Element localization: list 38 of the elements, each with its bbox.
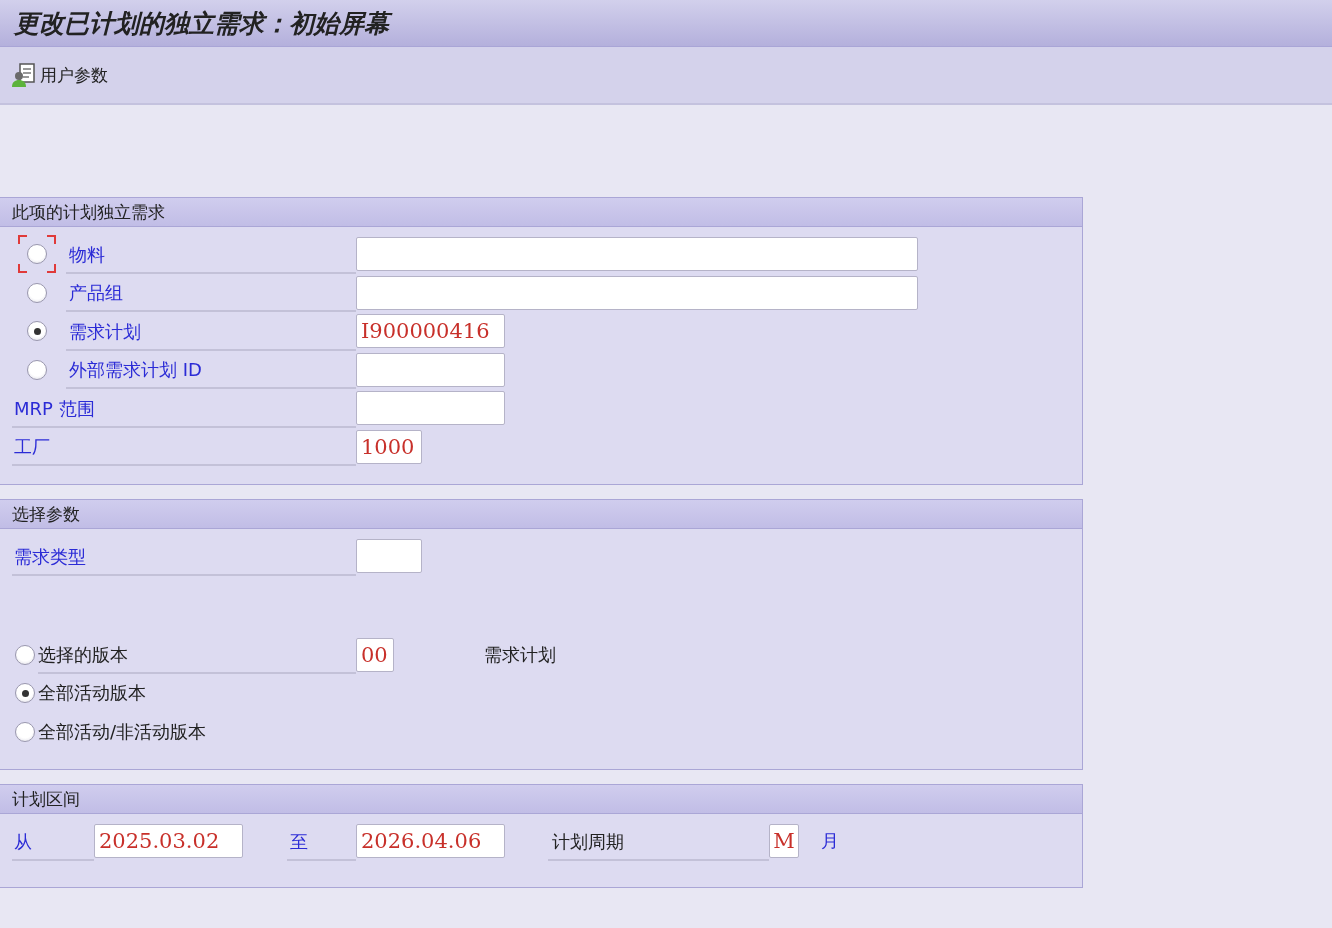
radio-label: 全部活动/非活动版本: [38, 719, 207, 744]
field-label: 至: [289, 829, 308, 854]
input-field[interactable]: I900000416: [356, 314, 505, 349]
input-field[interactable]: 00: [356, 637, 394, 672]
radio-button[interactable]: [27, 359, 47, 380]
radio-button[interactable]: [15, 644, 35, 665]
field-label: 物料: [68, 242, 105, 267]
input-field[interactable]: [356, 391, 505, 426]
field-label: 工厂: [13, 435, 50, 459]
radio-button[interactable]: [15, 683, 35, 704]
field-label: 外部需求计划 ID: [68, 358, 202, 382]
input-field[interactable]: 1000: [356, 429, 422, 464]
field-label: 产品组: [68, 281, 123, 305]
group-title: 选择参数: [0, 500, 1082, 529]
radio-label: 选择的版本: [38, 643, 128, 667]
version-description: 需求计划: [484, 642, 556, 667]
radio-button[interactable]: [27, 244, 47, 265]
field-label: 需求类型: [13, 544, 86, 569]
radio-button[interactable]: [15, 721, 35, 742]
toolbar-button[interactable]: 用户参数: [10, 60, 110, 90]
field-label: 计划周期: [551, 829, 624, 854]
radio-button[interactable]: [27, 282, 47, 303]
input-field[interactable]: [356, 539, 422, 574]
input-field[interactable]: M: [769, 824, 799, 859]
date-field[interactable]: 2025.03.02: [94, 824, 243, 859]
group-title: 此项的计划独立需求: [0, 198, 1082, 227]
radio-button[interactable]: [27, 321, 47, 342]
user-settings-icon: [12, 62, 36, 88]
field-label: MRP 范围: [13, 396, 95, 421]
input-field[interactable]: [356, 352, 505, 387]
input-field[interactable]: [356, 275, 918, 310]
group-title: 计划区间: [0, 785, 1082, 814]
input-field[interactable]: [356, 237, 918, 272]
field-label: 从: [13, 829, 32, 854]
radio-label: 全部活动版本: [38, 681, 146, 706]
field-label: 需求计划: [68, 319, 141, 344]
period-unit: 月: [821, 829, 839, 854]
date-field[interactable]: 2026.04.06: [356, 824, 505, 859]
